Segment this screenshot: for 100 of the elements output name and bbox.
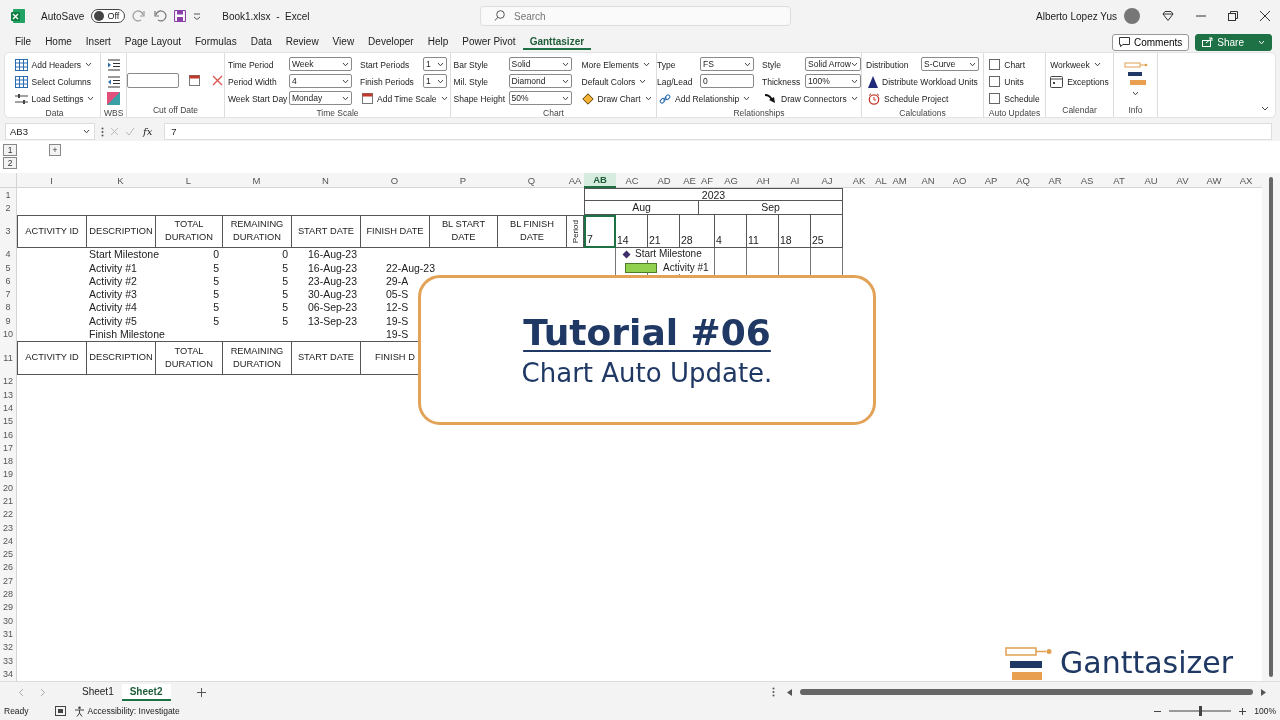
row-header[interactable]: 10 [0, 327, 17, 341]
avatar-icon[interactable] [1124, 8, 1140, 24]
column-header[interactable]: AU [1135, 173, 1167, 188]
column-header[interactable]: AR [1039, 173, 1071, 188]
ribbon-button[interactable]: Load Settings [12, 90, 97, 107]
column-header[interactable]: AG [715, 173, 747, 188]
restore-icon[interactable] [1228, 11, 1238, 21]
diamond-icon[interactable] [1162, 10, 1174, 22]
ribbon-menu-button[interactable]: Workweek [1048, 56, 1111, 73]
ribbon-button[interactable]: Exceptions [1048, 73, 1111, 90]
row-header[interactable]: 34 [0, 667, 17, 681]
column-header[interactable]: N [291, 173, 360, 188]
collapse-icon[interactable] [1261, 106, 1269, 111]
column-header[interactable]: AA [566, 173, 584, 188]
row-header[interactable]: 11 [0, 340, 17, 375]
sheet-tab[interactable]: Sheet2 [121, 683, 171, 701]
ribbon-button[interactable]: Add Headers [12, 56, 97, 73]
accessibility-icon[interactable] [73, 705, 85, 717]
row-header[interactable]: 21 [0, 494, 17, 508]
row-header[interactable]: 2 [0, 201, 17, 215]
column-header[interactable]: Q [497, 173, 566, 188]
dropdown-field[interactable]: Solid Arrow [805, 57, 861, 71]
ribbon-button[interactable]: Add Relationship [657, 90, 754, 107]
checkbox[interactable] [989, 59, 1001, 70]
column-header[interactable]: P [429, 173, 497, 188]
column-header[interactable]: M [222, 173, 291, 188]
column-header[interactable]: AP [975, 173, 1007, 188]
scroll-right-icon[interactable] [1261, 688, 1266, 696]
ribbon-button[interactable]: Draw Chart [579, 90, 654, 107]
column-header[interactable]: AD [648, 173, 680, 188]
column-header[interactable]: AT [1103, 173, 1135, 188]
ribbon-button[interactable]: Schedule Project [866, 90, 979, 107]
input-field[interactable] [126, 72, 179, 88]
column-header[interactable]: AH [747, 173, 779, 188]
column-header[interactable]: AE [680, 173, 699, 188]
menu-tab[interactable]: Data [243, 34, 279, 50]
ribbon-button[interactable] [105, 56, 122, 73]
column-header[interactable]: AO [944, 173, 975, 188]
menu-tab[interactable]: Home [38, 34, 79, 50]
ribbon-button[interactable] [105, 73, 122, 90]
row-header[interactable]: 18 [0, 454, 17, 468]
vertical-scrollbar[interactable] [1262, 173, 1280, 681]
week-heading[interactable]: 14 [616, 214, 648, 248]
column-header[interactable]: O [360, 173, 429, 188]
column-header[interactable]: AK [843, 173, 875, 188]
ribbon-menu-button[interactable]: Default Colors [579, 73, 654, 90]
menu-tab[interactable]: Power Pivot [455, 34, 523, 50]
column-header[interactable]: AF [699, 173, 715, 188]
macro-icon[interactable] [54, 706, 66, 716]
menu-tab[interactable]: View [325, 34, 362, 50]
dropdown-field[interactable]: 100% [805, 74, 861, 88]
row-header[interactable]: 9 [0, 314, 17, 328]
week-heading[interactable]: 28 [680, 214, 715, 248]
menu-tab[interactable]: Ganttasizer [522, 34, 592, 50]
ribbon-button[interactable]: Distribute Workload Units [866, 73, 979, 90]
dropdown-field[interactable]: Solid [508, 57, 572, 71]
row-header[interactable]: 7 [0, 287, 17, 301]
row-header[interactable]: 28 [0, 587, 17, 601]
undo-icon[interactable] [153, 10, 168, 22]
column-header[interactable]: L [155, 173, 222, 188]
customize-icon[interactable] [193, 12, 202, 20]
row-header[interactable]: 6 [0, 274, 17, 288]
column-header[interactable]: AQ [1007, 173, 1039, 188]
outline-level-button[interactable]: 2 [3, 157, 17, 169]
comments-button[interactable]: Comments [1111, 33, 1190, 51]
dropdown-field[interactable]: 4 [289, 74, 352, 88]
menu-tab[interactable]: File [8, 34, 39, 50]
dropdown-field[interactable]: S-Curve [921, 57, 979, 71]
menu-tab[interactable]: Insert [78, 34, 118, 50]
dropdown-field[interactable]: 1 [423, 57, 447, 71]
insert-function-button[interactable]: fx [143, 126, 153, 137]
row-header[interactable]: 3 [0, 214, 17, 248]
ribbon-button[interactable]: Draw Connectors [762, 90, 861, 107]
dropdown-field[interactable]: Week [289, 57, 352, 71]
dropdown-field[interactable]: Diamond [508, 74, 572, 88]
sheet-tab[interactable]: Sheet1 [74, 683, 122, 701]
ribbon-menu-button[interactable]: More Elements [579, 56, 654, 73]
column-header[interactable]: AL [875, 173, 887, 188]
week-heading[interactable]: 18 [779, 214, 811, 248]
zoom-in-icon[interactable] [1239, 707, 1247, 715]
scroll-left-icon[interactable] [786, 688, 792, 696]
column-header[interactable]: AX [1230, 173, 1262, 188]
share-button[interactable]: Share [1195, 33, 1272, 51]
outline-level-button[interactable]: 1 [3, 144, 17, 156]
column-header[interactable]: AB [584, 173, 616, 188]
menu-tab[interactable]: Developer [361, 34, 421, 50]
row-header[interactable]: 20 [0, 481, 17, 495]
column-header[interactable]: I [17, 173, 86, 188]
column-header[interactable]: AS [1071, 173, 1103, 188]
row-header[interactable]: 24 [0, 534, 17, 548]
dropdown-field[interactable]: 50% [508, 91, 572, 105]
horizontal-scrollbar[interactable] [799, 688, 1253, 696]
checkbox[interactable] [989, 76, 1001, 87]
ribbon-button[interactable]: Select Columns [12, 73, 97, 90]
dropdown-field[interactable]: 1 [423, 74, 447, 88]
add-sheet-icon[interactable] [196, 687, 206, 697]
row-header[interactable]: 27 [0, 574, 17, 588]
zoom-level[interactable]: 100% [1254, 706, 1276, 716]
column-header[interactable]: AV [1167, 173, 1198, 188]
row-header[interactable]: 30 [0, 614, 17, 628]
